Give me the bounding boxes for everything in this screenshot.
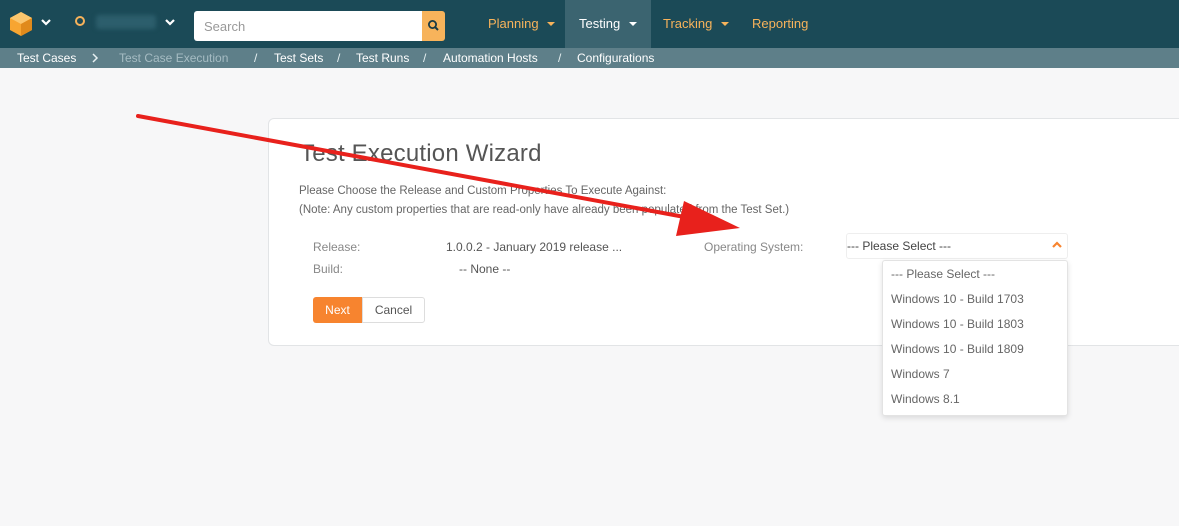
search-bar <box>194 11 445 41</box>
wizard-instruction: Please Choose the Release and Custom Pro… <box>299 185 667 197</box>
chevron-down-icon <box>628 22 637 26</box>
os-option-win10-1803[interactable]: Windows 10 - Build 1803 <box>891 317 1024 331</box>
breadcrumb-test-sets[interactable]: Test Sets <box>274 48 323 68</box>
release-label: Release: <box>313 240 361 254</box>
nav-planning-label: Planning <box>488 16 539 31</box>
breadcrumb-separator: / <box>423 51 427 65</box>
search-input[interactable] <box>194 11 422 41</box>
operating-system-select[interactable]: --- Please Select --- <box>846 233 1068 259</box>
top-navbar: Planning Testing Tracking Reporting <box>0 0 1179 48</box>
breadcrumb-test-runs[interactable]: Test Runs <box>356 48 409 68</box>
build-label: Build: <box>313 262 344 276</box>
app-logo-icon[interactable] <box>8 11 34 37</box>
project-name-redacted <box>96 15 156 29</box>
operating-system-selected: --- Please Select --- <box>847 239 952 253</box>
project-menu-chevron-icon[interactable] <box>164 16 176 31</box>
nav-reporting-label: Reporting <box>752 16 809 31</box>
product-menu-chevron-icon[interactable] <box>40 16 52 31</box>
search-button[interactable] <box>422 11 445 41</box>
nav-testing-label: Testing <box>579 16 621 31</box>
breadcrumb-automation-hosts[interactable]: Automation Hosts <box>443 48 538 68</box>
operating-system-dropdown: --- Please Select --- Windows 10 - Build… <box>882 260 1068 416</box>
operating-system-label: Operating System: <box>704 240 804 254</box>
chevron-up-icon[interactable] <box>1051 239 1063 251</box>
build-value[interactable]: -- None -- <box>459 262 510 276</box>
os-option-please-select[interactable]: --- Please Select --- <box>891 267 995 281</box>
nav-tracking-label: Tracking <box>663 16 713 31</box>
os-option-win81[interactable]: Windows 8.1 <box>891 392 960 406</box>
project-icon <box>75 16 85 26</box>
breadcrumb: Test Cases Test Case Execution / Test Se… <box>0 48 1179 68</box>
breadcrumb-separator: / <box>337 51 341 65</box>
chevron-down-icon <box>547 22 556 26</box>
breadcrumb-chevron-icon <box>91 48 99 68</box>
nav-planning[interactable]: Planning <box>474 0 569 48</box>
breadcrumb-separator: / <box>254 51 258 65</box>
os-option-win10-1703[interactable]: Windows 10 - Build 1703 <box>891 292 1024 306</box>
search-icon <box>428 19 439 31</box>
release-value[interactable]: 1.0.0.2 - January 2019 release ... <box>446 240 622 254</box>
nav-tracking[interactable]: Tracking <box>649 0 743 48</box>
page-title: Test Execution Wizard <box>300 140 542 167</box>
next-button[interactable]: Next <box>313 297 362 323</box>
breadcrumb-separator: / <box>558 51 562 65</box>
breadcrumb-test-case-execution: Test Case Execution <box>119 51 229 65</box>
chevron-down-icon <box>721 22 729 26</box>
nav-reporting[interactable]: Reporting <box>738 0 822 48</box>
breadcrumb-configurations[interactable]: Configurations <box>577 48 654 68</box>
os-option-win7[interactable]: Windows 7 <box>891 367 950 381</box>
breadcrumb-test-cases[interactable]: Test Cases <box>17 48 76 68</box>
wizard-note: (Note: Any custom properties that are re… <box>299 204 790 216</box>
nav-testing[interactable]: Testing <box>565 0 651 48</box>
os-option-win10-1809[interactable]: Windows 10 - Build 1809 <box>891 342 1024 356</box>
cancel-button[interactable]: Cancel <box>362 297 425 323</box>
